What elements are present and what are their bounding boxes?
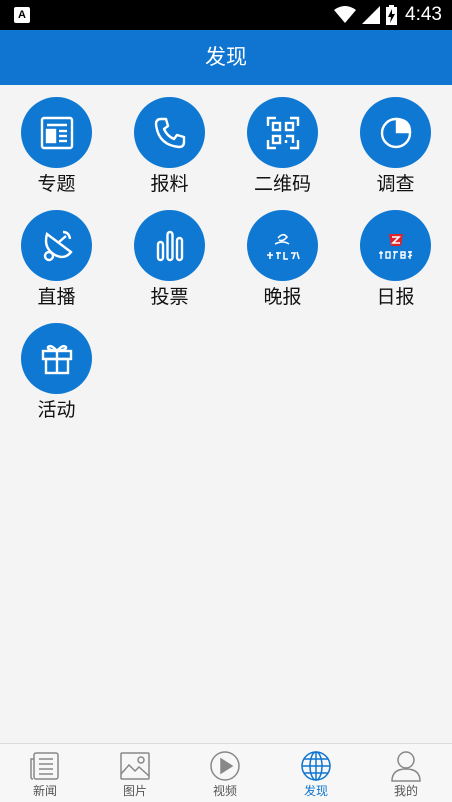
clock: 4:43: [405, 4, 442, 25]
status-icons: 4:43: [334, 0, 442, 30]
status-bar: A 4:43: [0, 0, 452, 30]
daily-paper-logo-icon: [378, 233, 412, 259]
globe-icon: [301, 751, 331, 781]
pie-chart-icon: [380, 117, 411, 148]
bottom-tab-bar: 新闻 图片 视频 发现 我的: [0, 743, 452, 802]
signal-icon: [362, 6, 381, 24]
wifi-icon: [334, 6, 357, 23]
daily-paper-icon-circle: [360, 210, 431, 281]
battery-charging-icon: [386, 5, 398, 25]
events-icon-circle: [21, 323, 92, 394]
grid-item-label: 报料: [150, 173, 189, 195]
play-icon: [210, 751, 240, 781]
grid-item-label: 晚报: [263, 286, 302, 308]
tab-images[interactable]: 图片: [90, 744, 180, 802]
newspaper-icon: [40, 116, 73, 149]
live-icon-circle: [21, 210, 92, 281]
tab-label: 发现: [303, 784, 328, 798]
tab-video[interactable]: 视频: [180, 744, 270, 802]
grid-item-label: 专题: [37, 173, 76, 195]
tab-mine[interactable]: 我的: [361, 744, 451, 802]
evening-paper-logo-icon: [266, 233, 300, 260]
page-title: 发现: [205, 45, 247, 69]
grid-item-label: 二维码: [253, 173, 311, 195]
tab-label: 图片: [122, 784, 147, 798]
grid-item-qrcode[interactable]: 二维码: [226, 97, 339, 210]
satellite-dish-icon: [43, 230, 73, 261]
grid-item-live[interactable]: 直播: [0, 210, 113, 323]
tab-news[interactable]: 新闻: [0, 744, 90, 802]
grid-item-topics[interactable]: 专题: [0, 97, 113, 210]
grid-item-evening-paper[interactable]: 晚报: [226, 210, 339, 323]
news-icon: [30, 752, 59, 780]
grid-item-daily-paper[interactable]: 日报: [339, 210, 452, 323]
qrcode-icon-circle: [247, 97, 318, 168]
grid-item-survey[interactable]: 调查: [339, 97, 452, 210]
tab-label: 新闻: [32, 784, 57, 798]
gift-icon: [41, 344, 72, 374]
topics-icon-circle: [21, 97, 92, 168]
grid-item-label: 直播: [37, 286, 76, 308]
report-icon-circle: [134, 97, 205, 168]
notification-app-icon: A: [14, 7, 30, 23]
survey-icon-circle: [360, 97, 431, 168]
image-icon: [120, 752, 150, 780]
grid-item-label: 投票: [150, 286, 189, 308]
qr-code-icon: [266, 116, 299, 149]
vote-icon-circle: [134, 210, 205, 281]
title-bar: 发现: [0, 30, 452, 85]
grid-item-events[interactable]: 活动: [0, 323, 113, 436]
tab-label: 视频: [212, 784, 237, 798]
evening-paper-icon-circle: [247, 210, 318, 281]
user-icon: [391, 751, 421, 782]
phone-icon: [154, 117, 185, 148]
grid-item-label: 活动: [37, 399, 76, 421]
bar-chart-icon: [156, 230, 183, 261]
grid-item-label: 日报: [376, 286, 415, 308]
grid-item-label: 调查: [376, 173, 415, 195]
grid-item-vote[interactable]: 投票: [113, 210, 226, 323]
grid-item-report[interactable]: 报料: [113, 97, 226, 210]
tab-discover[interactable]: 发现: [271, 744, 361, 802]
tab-label: 我的: [393, 784, 418, 798]
